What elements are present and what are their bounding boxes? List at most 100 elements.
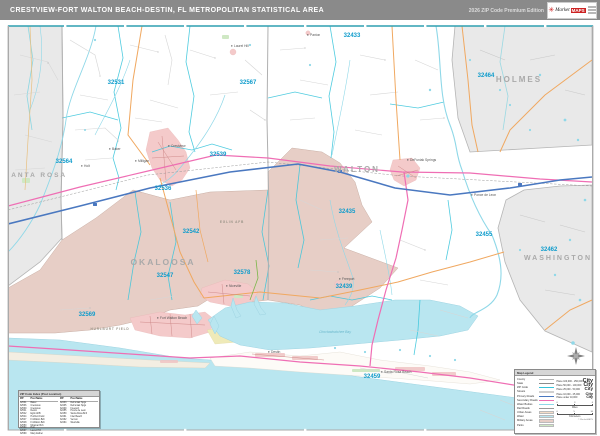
legend-copyright: © MarketMAPS — [557, 419, 593, 421]
legend-item-label: Rail Roads — [517, 407, 530, 410]
place-dot — [168, 145, 169, 146]
zip-code-label: 32539 — [210, 152, 227, 158]
scale-bar: 036Miles — [557, 402, 593, 409]
legend-item-sample — [539, 411, 554, 414]
title-bar: CRESTVIEW-FORT WALTON BEACH-DESTIN, FL M… — [0, 0, 600, 20]
county-label: WASHINGTON — [524, 255, 592, 262]
edition-label: 2026 ZIP Code Premium Edition — [469, 8, 544, 14]
scale-bar: 0510Kilometers — [557, 411, 593, 418]
county-label: SANTA ROSA — [5, 172, 67, 179]
zip-code-label: 32459 — [364, 374, 381, 380]
zip-code-label: 32433 — [344, 33, 361, 39]
map-legend-panel: Map Legend CountyStateZIP CodeStreetsPri… — [514, 369, 596, 434]
place-dot — [135, 160, 136, 161]
place-label: Niceville — [229, 284, 241, 288]
place-dot — [81, 165, 82, 166]
zip-index-header-name: Post Name — [71, 398, 83, 401]
zip-index-zip: 32464 — [60, 422, 69, 425]
zip-code-label: 32464 — [478, 73, 495, 79]
zip-code-label: 32462 — [541, 247, 558, 253]
place-dot — [226, 285, 227, 286]
zip-index-row: 32464Westville — [60, 422, 98, 425]
map-title: CRESTVIEW-FORT WALTON BEACH-DESTIN, FL M… — [0, 7, 324, 14]
legend-item-sample — [539, 408, 554, 409]
scale-bar-unit: Kilometers — [557, 415, 593, 418]
legend-place-row: Place under 10,000 City — [557, 395, 593, 399]
zip-code-label: 32578 — [234, 270, 251, 276]
place-label: Paxton — [310, 33, 320, 37]
zip-index-header-zip: ZIP — [60, 398, 69, 401]
logo-side-bars — [588, 6, 596, 14]
place-dot — [157, 317, 158, 318]
water-labels: Choctawhatchee Bay — [319, 330, 351, 334]
zip-code-label: 32569 — [79, 312, 96, 318]
zip-code-label: 32567 — [240, 80, 257, 86]
place-dot — [109, 148, 110, 149]
water-label: Choctawhatchee Bay — [319, 330, 351, 334]
place-label: Baker — [112, 147, 122, 151]
map-canvas: Choctawhatchee Bay EGLIN AFB HURLBURT FIE… — [0, 0, 600, 436]
county-label: OKALOOSA — [130, 257, 195, 267]
place-dot — [268, 351, 269, 352]
place-dot — [307, 34, 308, 35]
scale-bar-unit: Miles — [557, 406, 593, 409]
legend-item-sample — [539, 404, 554, 405]
legend-item-sample — [539, 415, 554, 418]
place-dot — [407, 159, 408, 160]
legend-place-sample: City — [586, 395, 593, 399]
place-label: Freeport — [342, 277, 355, 281]
publisher-logo: ✳ Market MAPS — [547, 2, 597, 19]
legend-item-label: ZIP Code — [517, 386, 528, 389]
legend-place-label: Place under 10,000 — [557, 396, 578, 399]
legend-item-label: Streets — [517, 390, 525, 393]
legend-item-sample — [539, 379, 554, 380]
zip-code-label: 32547 — [157, 273, 174, 279]
zip-code-label: 32531 — [108, 80, 125, 86]
place-label: Fort Walton Beach — [160, 316, 187, 320]
place-dot — [471, 194, 472, 195]
legend-item-sample — [539, 391, 554, 392]
place-dot — [231, 45, 232, 46]
legend-place-label: Place 100,000 - 250,000 — [557, 380, 583, 383]
legend-item-sample — [539, 400, 554, 401]
zip-code-index-panel: ZIP Code Index (Post Location) ZIPPost N… — [18, 390, 100, 428]
place-label: DeFuniak Springs — [410, 158, 437, 162]
area-label: HURLBURT FIELD — [91, 327, 130, 331]
zip-index-header-name: Post Name — [31, 398, 43, 401]
legend-item-label: Primary Roads — [517, 395, 534, 398]
logo-maps-text: MAPS — [571, 8, 586, 13]
map-page: Choctawhatchee Bay EGLIN AFB HURLBURT FIE… — [0, 0, 600, 436]
map-area: Choctawhatchee Bay EGLIN AFB HURLBURT FIE… — [0, 0, 600, 436]
place-dot — [381, 371, 382, 372]
legend-item-sample — [539, 396, 554, 397]
place-label: Crestview — [171, 144, 186, 148]
place-label: Destin — [271, 350, 281, 354]
zip-index-right-column: ZIPPost Name32433DeFuniak Spgs32435DeFun… — [60, 398, 98, 436]
place-label: Ponce de Leon — [474, 193, 496, 197]
place-label: Santa Rosa Beach — [384, 370, 412, 374]
place-label: Milligan — [138, 159, 149, 163]
place-dot — [339, 278, 340, 279]
area-label: EGLIN AFB — [220, 220, 244, 224]
zip-code-label: 32455 — [476, 232, 493, 238]
legend-item-label: Urban Areas — [517, 411, 531, 414]
county-label: HOLMES — [496, 75, 542, 84]
legend-place-label: Place 50,000 - 100,000 — [557, 384, 582, 387]
zip-code-label: 32542 — [183, 229, 200, 235]
legend-item-label: Secondary Roads — [517, 399, 538, 402]
legend-item-label: Water Bodies — [517, 403, 532, 406]
place-label: Laurel Hill — [234, 44, 249, 48]
zip-code-label: 32435 — [339, 209, 356, 215]
zip-index-header-zip: ZIP — [20, 398, 29, 401]
logo-mark-icon: ✳ — [548, 7, 554, 14]
legend-place-sizes: Place 100,000 - 250,000 City Place 50,000 … — [557, 378, 593, 400]
legend-item-label: Military Areas — [517, 419, 533, 422]
legend-scale-bars: 036Miles 0510Kilometers — [557, 402, 593, 418]
place-label: Holt — [84, 164, 90, 168]
legend-item-label: Parks — [517, 424, 524, 427]
coastal-park — [352, 369, 380, 372]
legend-item-sample — [539, 383, 554, 384]
legend-item-label: Water — [517, 415, 524, 418]
legend-item-sample — [539, 419, 554, 422]
legend-item-label: County — [517, 378, 525, 381]
